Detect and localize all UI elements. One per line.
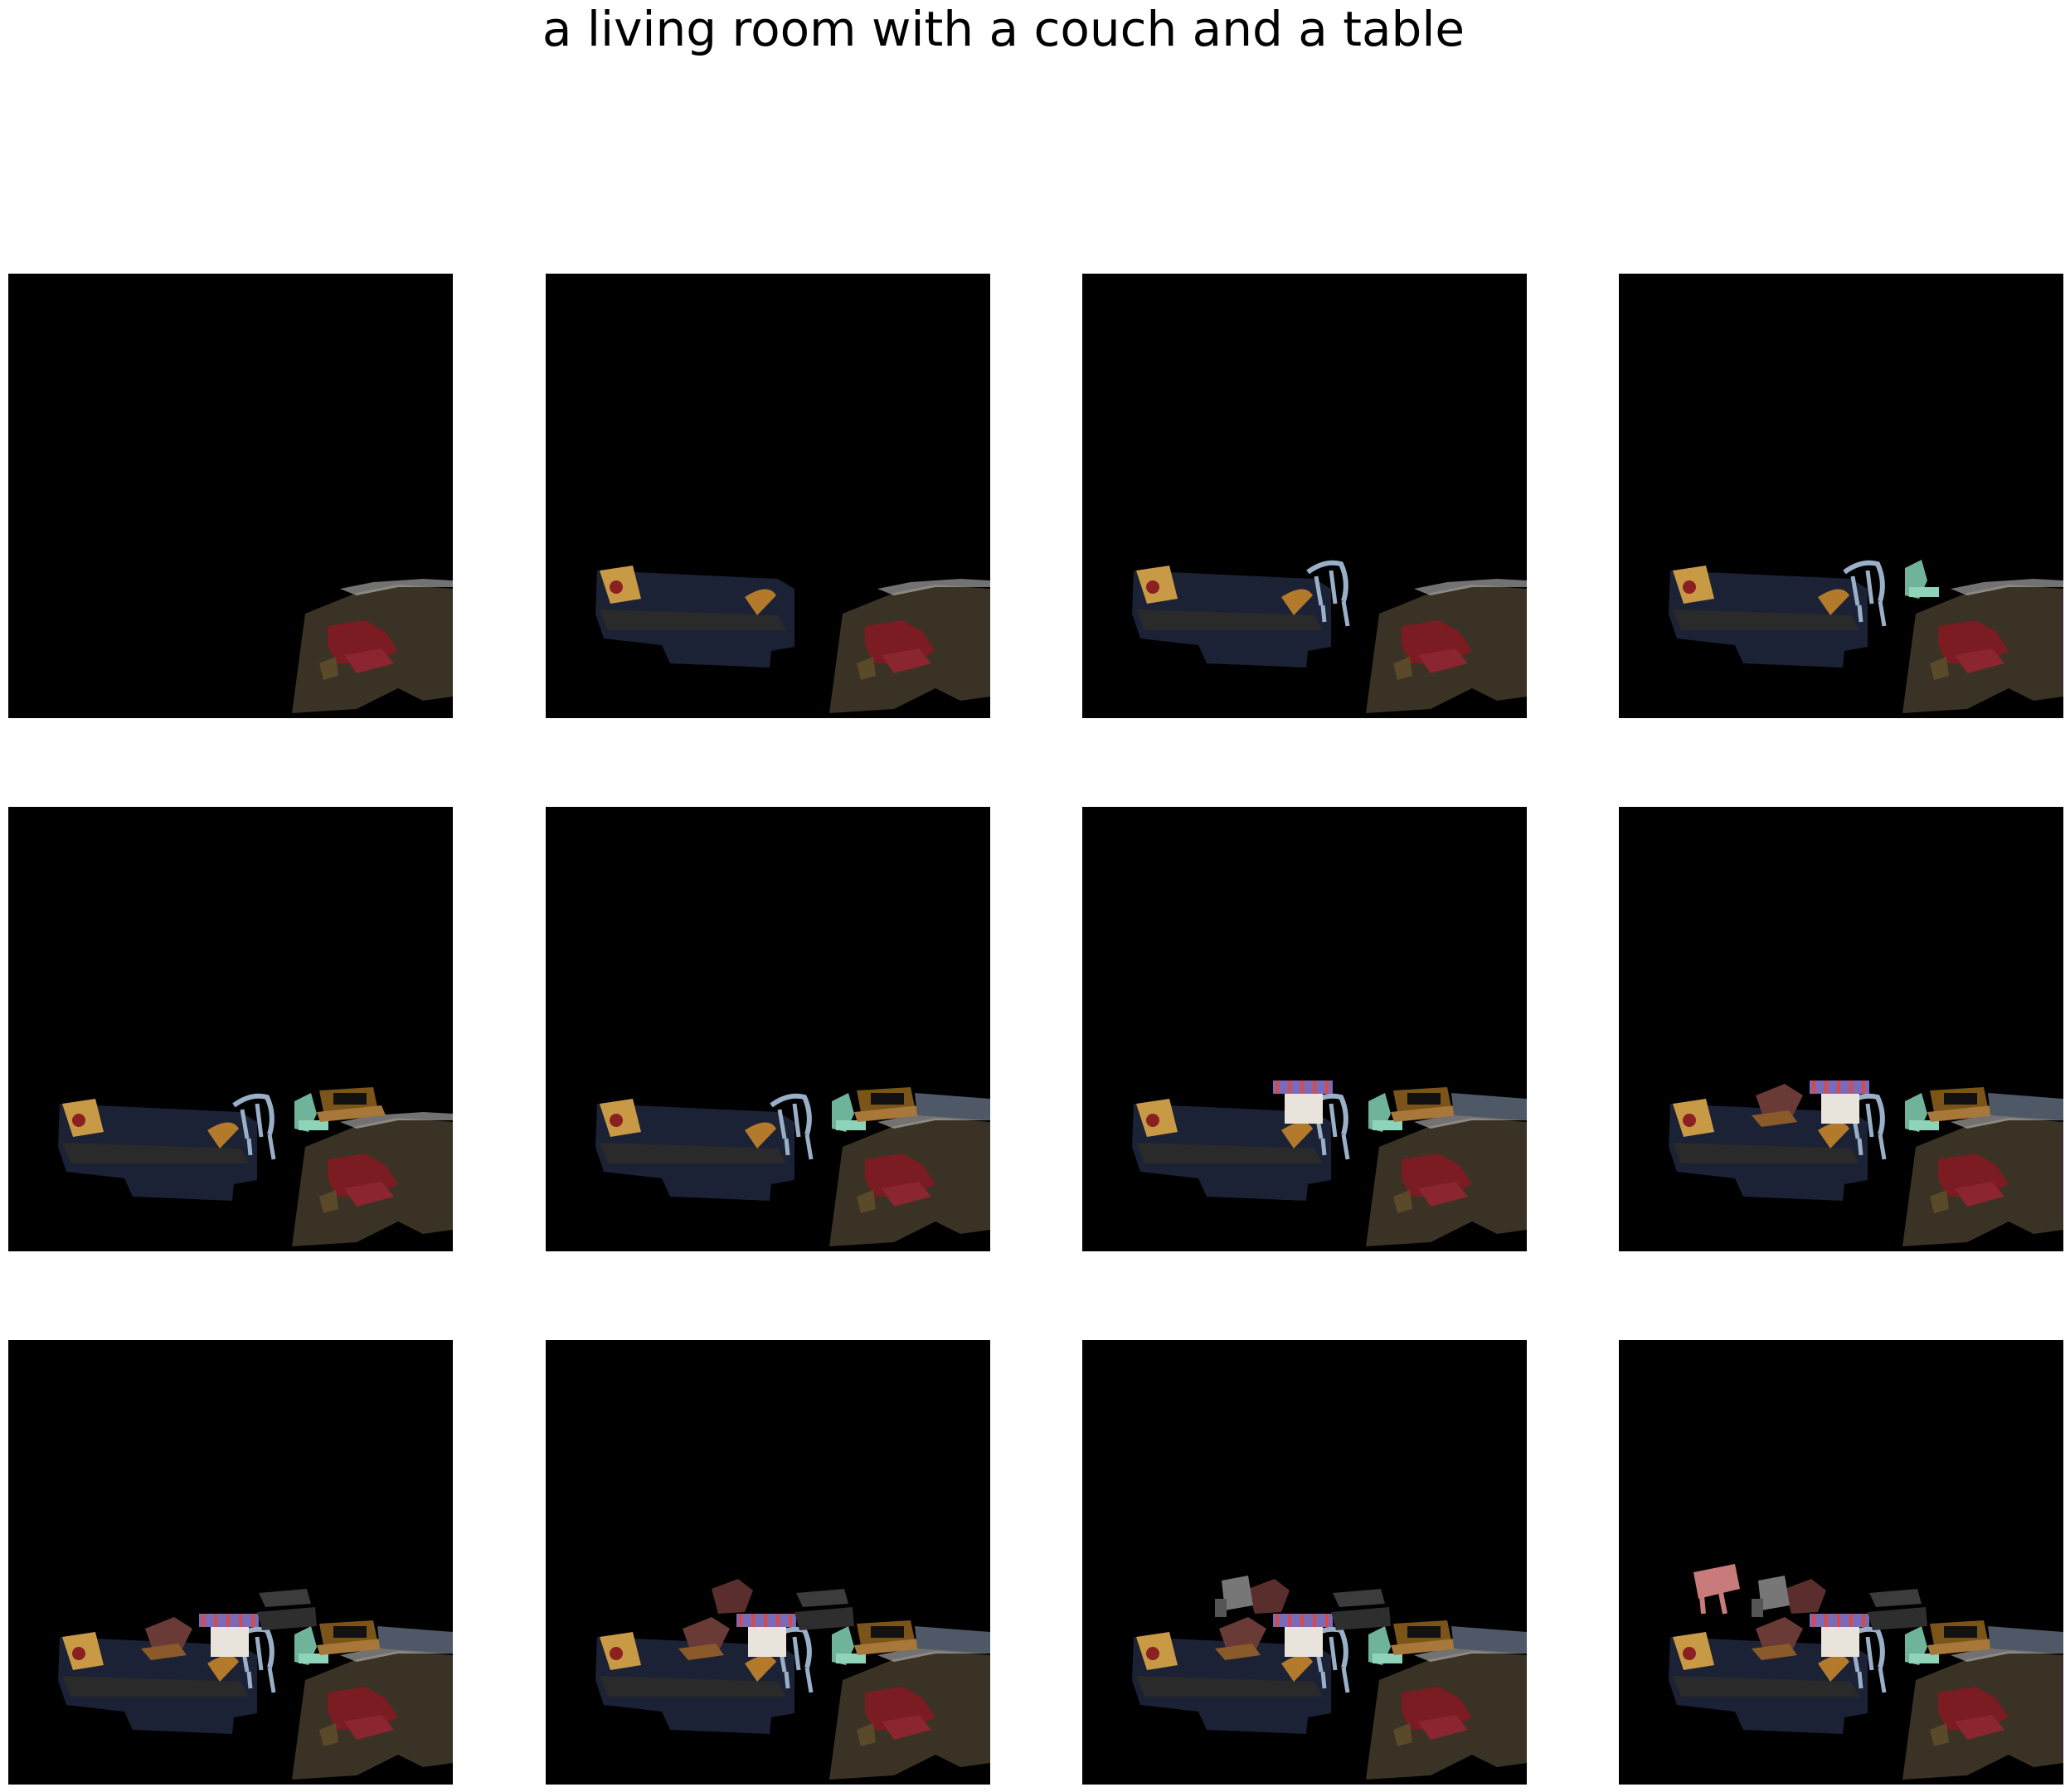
rug-object — [292, 1112, 453, 1246]
bench-object — [794, 1589, 854, 1630]
render-view — [1132, 1576, 1527, 1780]
render-panel-5 — [8, 807, 453, 1251]
patterned-pillow-object — [1752, 1084, 1803, 1127]
grey-armchair-object — [1215, 1576, 1253, 1617]
couch-object — [58, 1099, 257, 1201]
couch-object — [595, 1099, 794, 1201]
rug-object — [829, 579, 990, 713]
rug-object — [829, 1112, 990, 1246]
rug-object — [1902, 579, 2063, 713]
couch-object — [1669, 566, 1868, 668]
bench-object — [257, 1589, 317, 1630]
render-panel-10 — [546, 1340, 990, 1785]
pink-chair-object — [1693, 1564, 1740, 1615]
render-view — [595, 566, 990, 713]
rug-object — [1366, 1645, 1527, 1780]
render-view — [1669, 1564, 2063, 1780]
render-panel-7 — [1082, 807, 1527, 1251]
render-panel-2 — [546, 274, 990, 718]
rug-object — [1366, 1112, 1527, 1246]
couch-object — [595, 566, 794, 668]
couch-object — [1132, 566, 1331, 668]
rug-object — [292, 1645, 453, 1780]
render-view — [58, 1087, 453, 1246]
render-panel-3 — [1082, 274, 1527, 718]
render-panel-4 — [1619, 274, 2063, 718]
rug-object — [1902, 1645, 2063, 1780]
render-panel-12 — [1619, 1340, 2063, 1785]
patterned-chair-object — [712, 1579, 753, 1614]
render-panel-8 — [1619, 807, 2063, 1251]
render-panel-9 — [8, 1340, 453, 1785]
render-view — [292, 579, 453, 713]
patterned-chair-object — [1785, 1579, 1826, 1614]
rug-object — [1902, 1112, 2063, 1246]
render-view — [1132, 560, 1527, 713]
figure-title: a living room with a couch and a table — [542, 1, 1465, 57]
render-panel-1 — [8, 274, 453, 718]
render-panel-11 — [1082, 1340, 1527, 1785]
patterned-chair-object — [1248, 1579, 1290, 1614]
rug-object — [1366, 579, 1527, 713]
patterned-pillow-object — [141, 1617, 192, 1660]
rug-object — [292, 579, 453, 713]
bench-object — [1331, 1589, 1391, 1630]
render-view — [595, 1579, 990, 1780]
render-view — [1669, 1081, 2063, 1246]
patterned-pillow-object — [1215, 1617, 1266, 1660]
render-view — [58, 1589, 453, 1780]
bench-object — [1868, 1589, 1927, 1630]
patterned-pillow-object — [1752, 1617, 1803, 1660]
armchair-object — [1905, 560, 1939, 599]
render-view — [1132, 1081, 1527, 1246]
grey-armchair-object — [1752, 1576, 1790, 1617]
patterned-pillow-object — [678, 1617, 730, 1660]
rug-object — [829, 1645, 990, 1780]
render-view — [595, 1087, 990, 1246]
render-view — [1669, 560, 2063, 713]
render-panel-6 — [546, 807, 990, 1251]
